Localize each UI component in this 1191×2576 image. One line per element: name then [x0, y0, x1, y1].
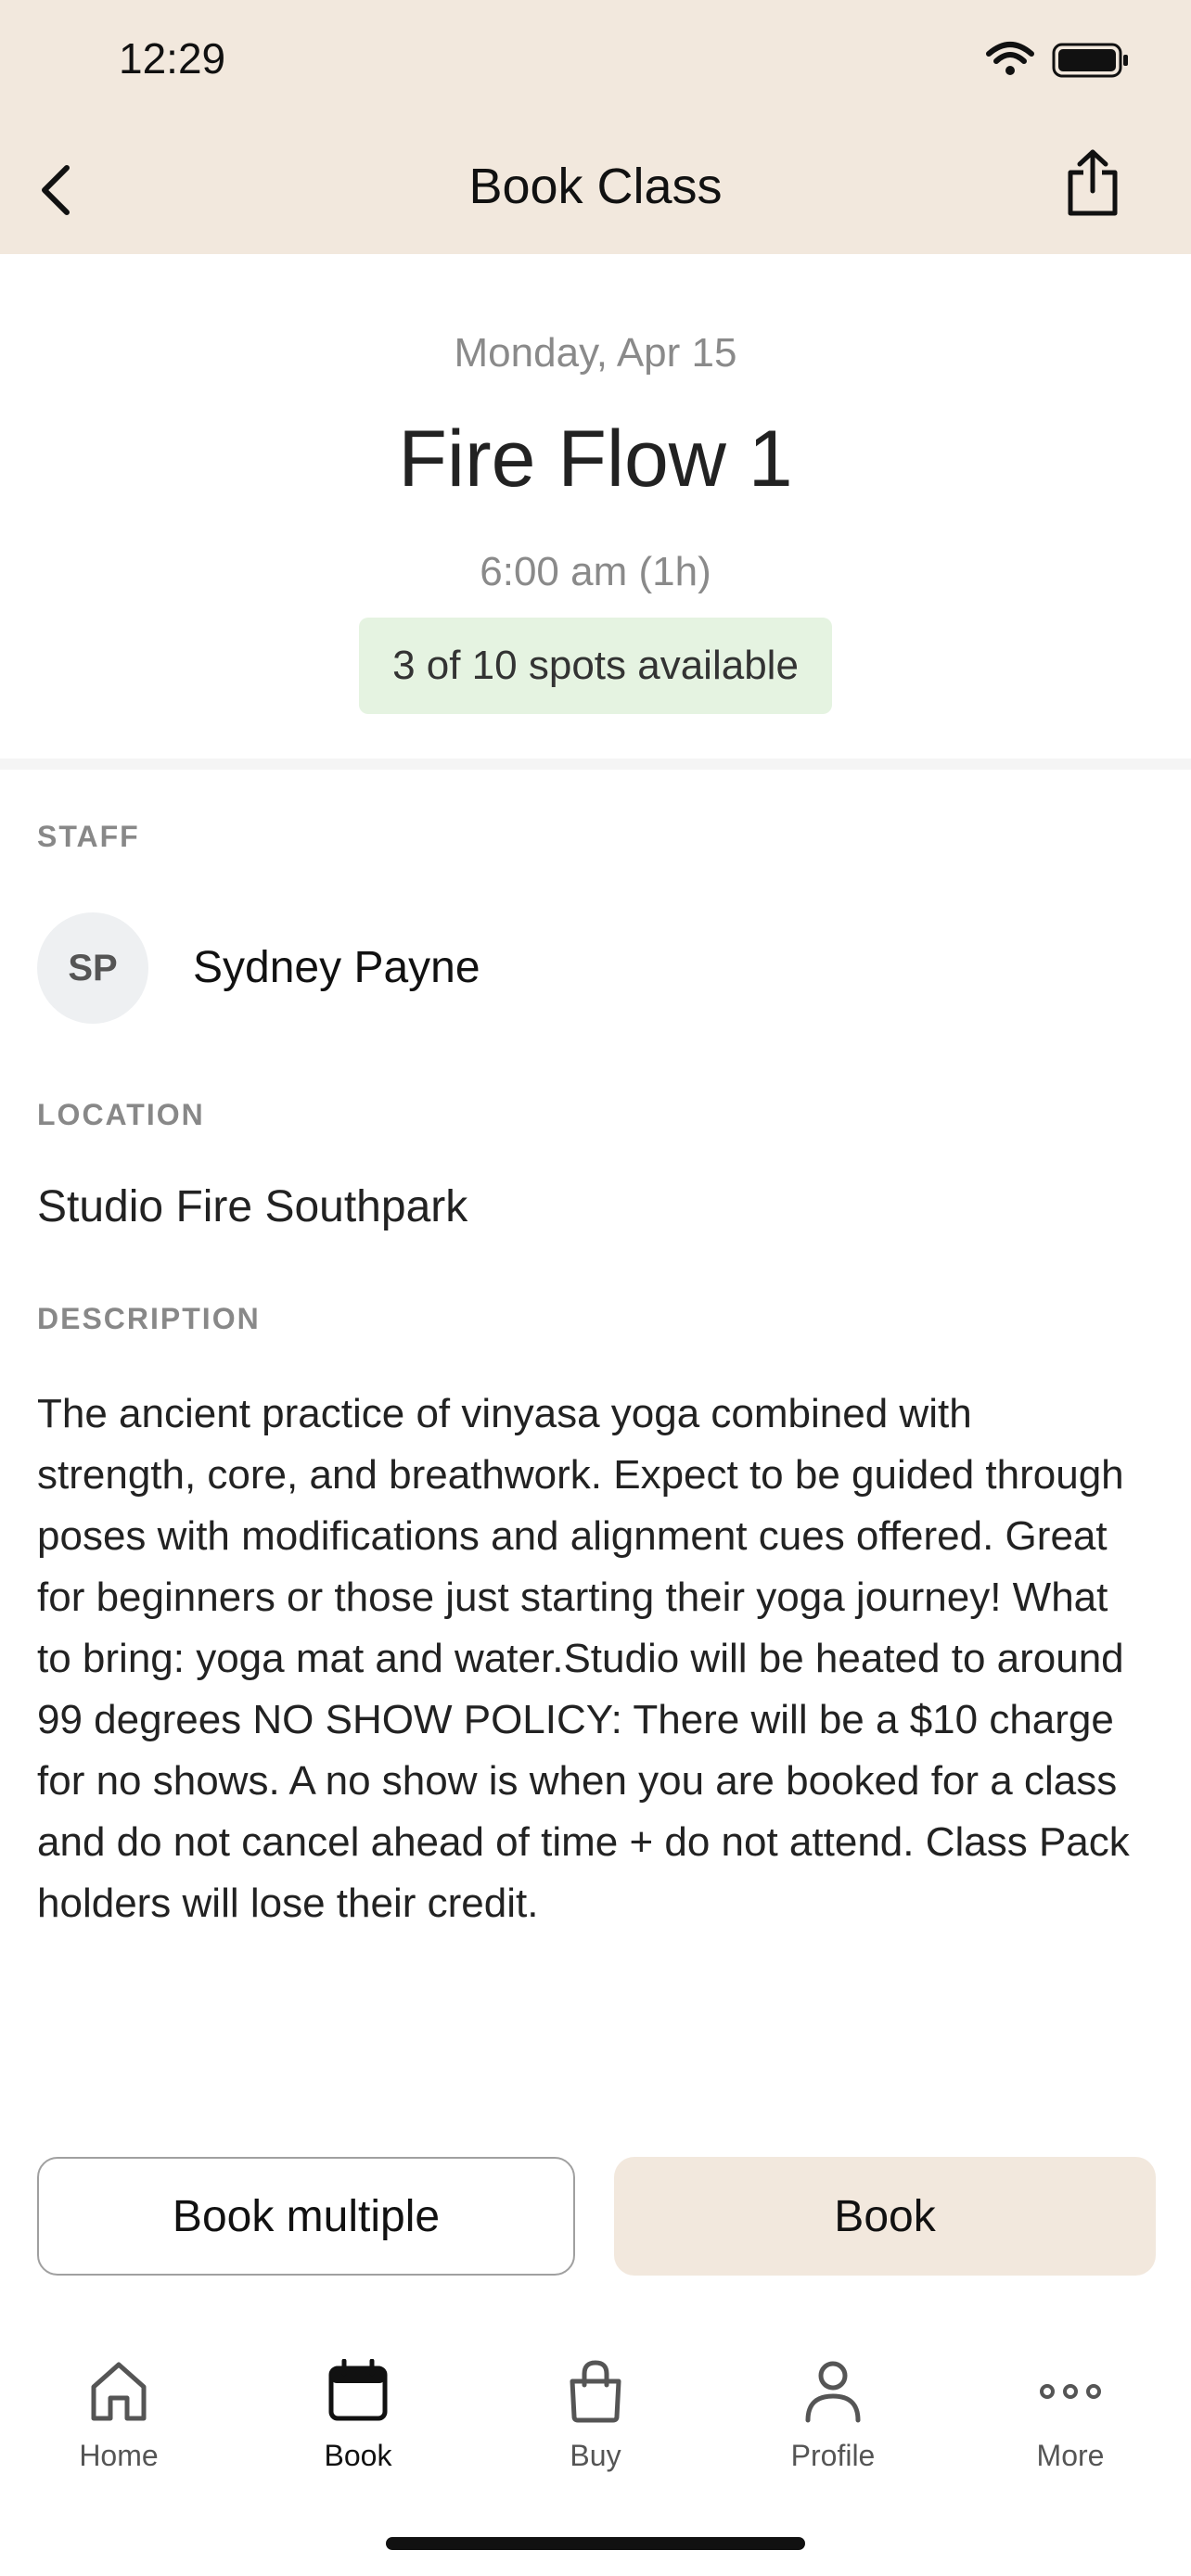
shopping-bag-icon: [503, 2359, 688, 2433]
location-name: Studio Fire Southpark: [37, 1182, 468, 1231]
staff-label: STAFF: [37, 820, 140, 853]
description-label: DESCRIPTION: [37, 1302, 261, 1335]
tab-profile[interactable]: Profile: [740, 2337, 926, 2485]
status-time: 12:29: [119, 34, 226, 83]
class-title: Fire Flow 1: [398, 414, 793, 504]
tab-buy-label: Buy: [570, 2439, 621, 2472]
staff-name[interactable]: Sydney Payne: [193, 942, 480, 993]
book-multiple-button[interactable]: Book multiple: [37, 2157, 575, 2276]
avatar: SP: [37, 912, 148, 1024]
class-date: Monday, Apr 15: [454, 330, 737, 376]
tab-profile-label: Profile: [790, 2439, 876, 2472]
calendar-icon: [265, 2359, 451, 2433]
share-icon: [1068, 149, 1118, 216]
tab-bar: Home Book Buy Profile More: [0, 2337, 1191, 2485]
status-bar: 12:29: [0, 0, 1191, 121]
battery-icon: [1052, 43, 1130, 83]
class-time: 6:00 am (1h): [480, 549, 711, 594]
home-indicator: [386, 2537, 805, 2550]
tab-more[interactable]: More: [978, 2337, 1163, 2485]
page-title: Book Class: [468, 159, 723, 214]
tab-more-label: More: [1036, 2439, 1105, 2472]
wifi-icon: [985, 41, 1035, 83]
tab-book-label: Book: [324, 2439, 392, 2472]
tab-buy[interactable]: Buy: [503, 2337, 688, 2485]
nav-bar: Book Class: [0, 121, 1191, 254]
class-description: The ancient practice of vinyasa yoga com…: [37, 1391, 1130, 1926]
tab-home[interactable]: Home: [26, 2337, 211, 2485]
spots-available-badge: 3 of 10 spots available: [359, 618, 832, 714]
location-label: LOCATION: [37, 1098, 205, 1131]
person-icon: [740, 2359, 926, 2433]
share-button[interactable]: [1057, 145, 1128, 223]
class-header: Monday, Apr 15 Fire Flow 1 6:00 am (1h) …: [0, 254, 1191, 764]
book-button[interactable]: Book: [614, 2157, 1156, 2276]
tab-home-label: Home: [79, 2439, 159, 2472]
tab-book[interactable]: Book: [265, 2337, 451, 2485]
section-divider: [0, 759, 1191, 770]
home-icon: [26, 2359, 211, 2433]
more-icon: [978, 2359, 1163, 2433]
